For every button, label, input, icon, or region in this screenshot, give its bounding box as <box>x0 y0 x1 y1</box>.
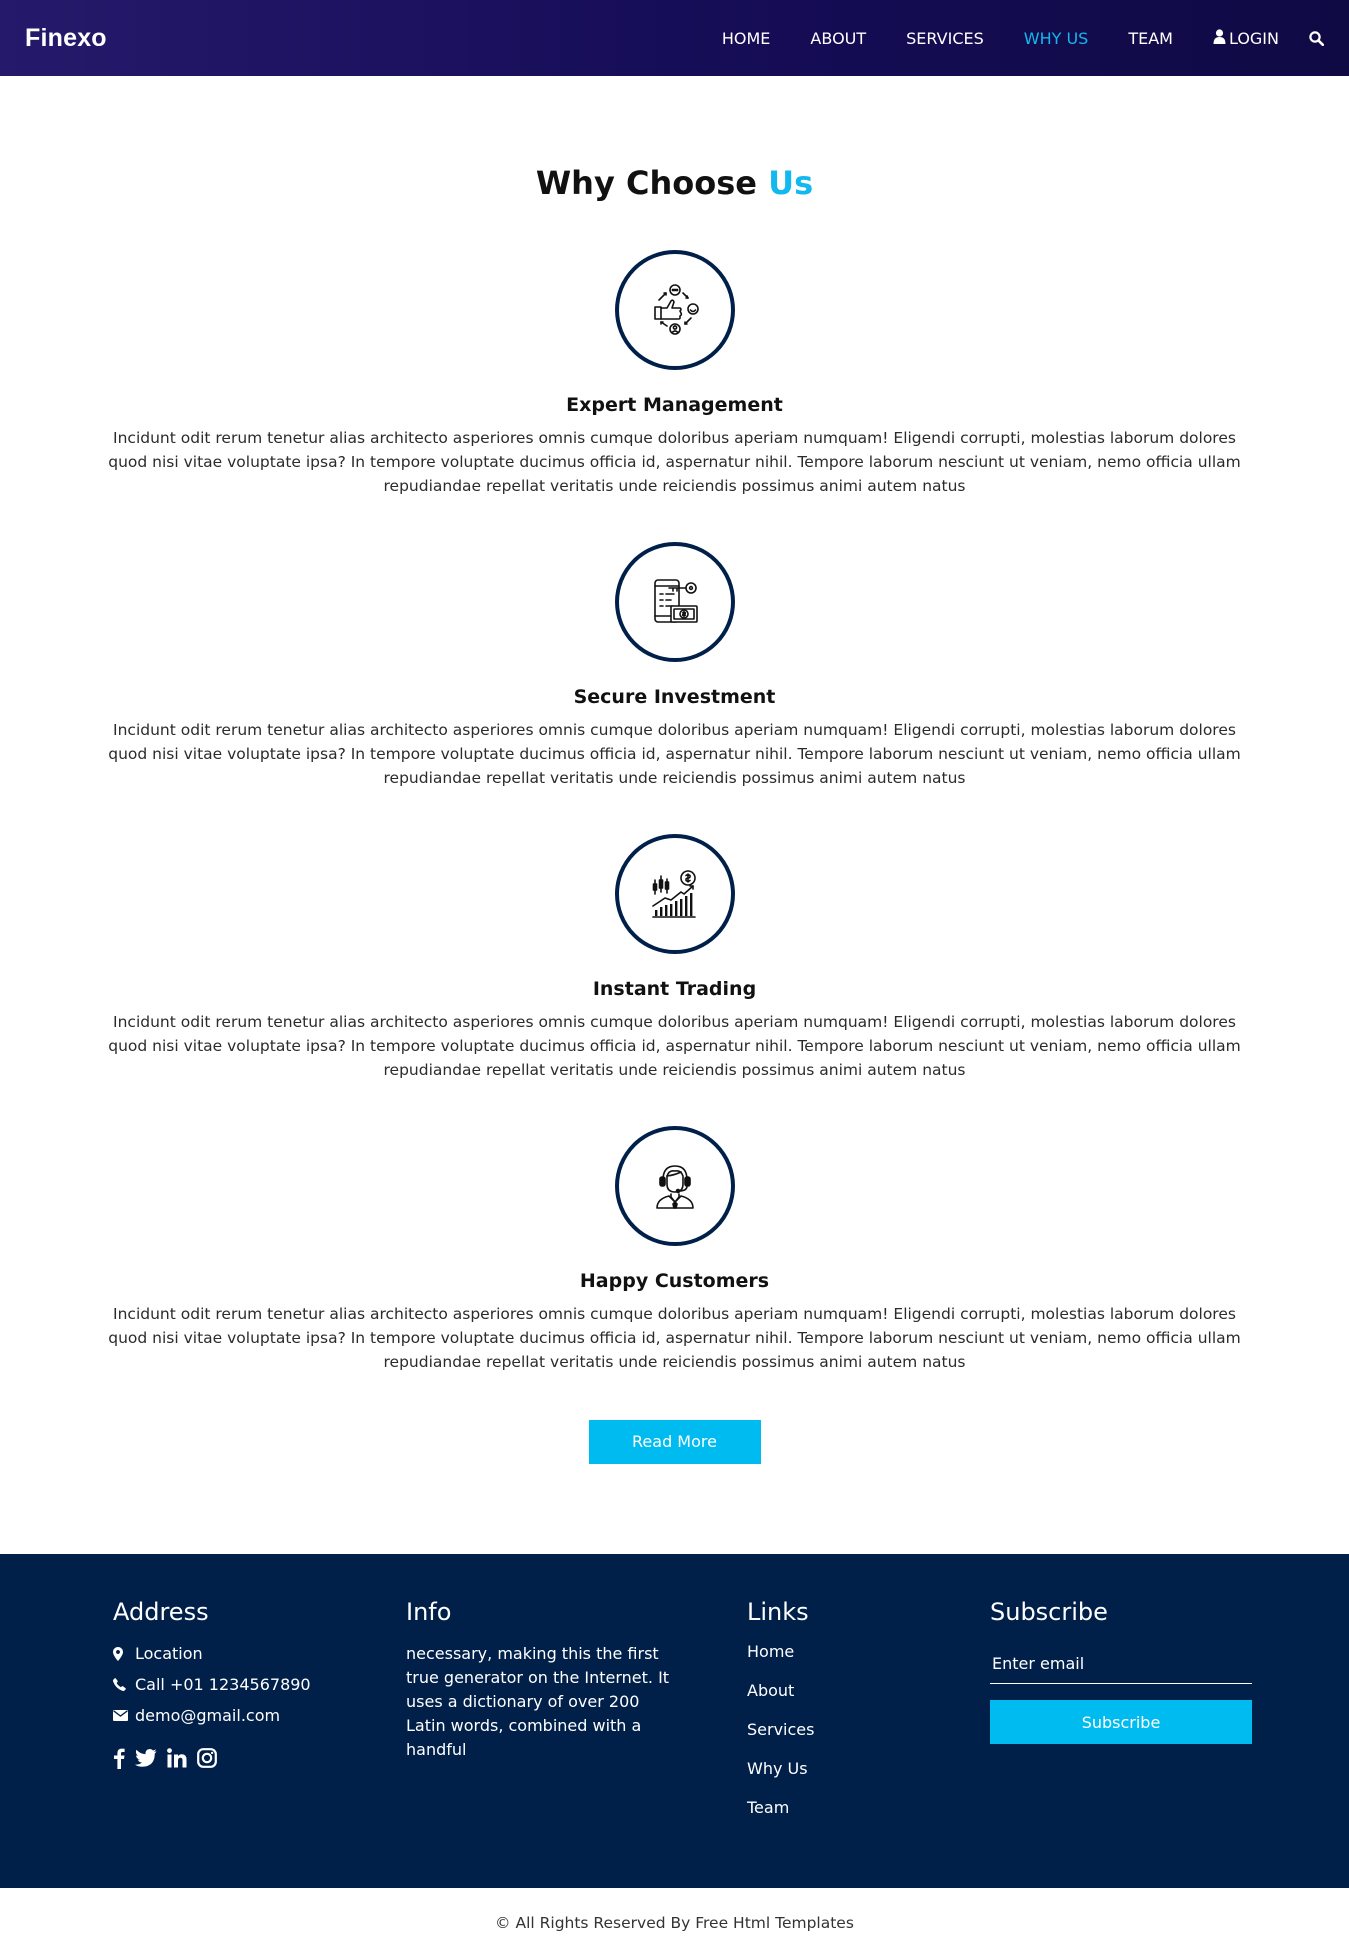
management-icon <box>653 284 699 335</box>
footer-address-column: Address Location Call +01 1234567890 dem… <box>113 1598 406 1888</box>
info-text: necessary, making this the first true ge… <box>406 1644 670 1759</box>
phone-icon <box>113 1678 135 1691</box>
feature-card: Secure Investment Incidunt odit rerum te… <box>0 542 1349 790</box>
email-link[interactable]: demo@gmail.com <box>113 1706 406 1725</box>
facebook-icon[interactable] <box>113 1747 125 1769</box>
nav-login-label: LOGIN <box>1228 28 1279 48</box>
footer-link-services[interactable]: Services <box>747 1718 990 1741</box>
email-input[interactable] <box>990 1644 1252 1684</box>
map-marker-icon <box>113 1646 135 1661</box>
subscribe-button[interactable]: Subscribe <box>990 1700 1252 1744</box>
footer-link-why-us[interactable]: Why Us <box>747 1757 990 1780</box>
main-nav: HOME ABOUT SERVICES WHY US TEAM LOGIN <box>682 29 1324 48</box>
copyright-bar: © All Rights Reserved By Free Html Templ… <box>0 1888 1349 1957</box>
footer-link-home[interactable]: Home <box>747 1640 990 1663</box>
nav-home[interactable]: HOME <box>722 29 771 48</box>
feature-icon-circle <box>614 542 735 662</box>
location-link[interactable]: Location <box>113 1644 406 1663</box>
top-navbar: Finexo HOME ABOUT SERVICES WHY US TEAM L… <box>0 0 1349 76</box>
linkedin-icon[interactable] <box>167 1748 187 1768</box>
section-heading: Why Choose Us <box>0 164 1349 202</box>
feature-title: Instant Trading <box>592 978 757 1000</box>
trading-chart-icon <box>651 870 696 918</box>
location-label: Location <box>135 1644 203 1663</box>
read-more-button[interactable]: Read More <box>588 1420 761 1464</box>
why-choose-us-section: Why Choose Us Expert Management Incidunt… <box>0 76 1349 1554</box>
feature-card: Instant Trading Incidunt odit rerum tene… <box>0 834 1349 1082</box>
feature-title: Happy Customers <box>579 1270 770 1292</box>
nav-services[interactable]: SERVICES <box>906 29 984 48</box>
links-heading: Links <box>747 1598 809 1626</box>
nav-about[interactable]: ABOUT <box>810 29 866 48</box>
phone-link[interactable]: Call +01 1234567890 <box>113 1675 406 1694</box>
footer-subscribe-column: Subscribe Subscribe <box>990 1598 1252 1888</box>
instagram-icon[interactable] <box>197 1748 217 1768</box>
nav-why-us[interactable]: WHY US <box>1024 29 1089 48</box>
secure-investment-icon <box>653 579 698 623</box>
feature-icon-circle <box>614 834 735 954</box>
feature-title: Expert Management <box>566 394 783 416</box>
feature-description: Incidunt odit rerum tenetur alias archit… <box>108 429 1241 495</box>
footer-link-team[interactable]: Team <box>747 1796 990 1819</box>
search-icon <box>1309 30 1324 46</box>
address-heading: Address <box>113 1598 209 1626</box>
nav-team[interactable]: TEAM <box>1128 29 1173 48</box>
footer: Address Location Call +01 1234567890 dem… <box>0 1554 1349 1888</box>
heading-accent: Us <box>768 164 814 202</box>
feature-description: Incidunt odit rerum tenetur alias archit… <box>108 1013 1241 1079</box>
phone-label: Call +01 1234567890 <box>135 1675 311 1694</box>
footer-links-list: Home About Services Why Us Team <box>747 1640 990 1819</box>
feature-card: Happy Customers Incidunt odit rerum tene… <box>0 1126 1349 1374</box>
feature-icon-circle <box>614 1126 735 1246</box>
brand-logo[interactable]: Finexo <box>25 24 107 53</box>
feature-title: Secure Investment <box>573 686 776 708</box>
feature-description: Incidunt odit rerum tenetur alias archit… <box>108 1305 1241 1371</box>
customer-support-icon <box>655 1165 694 1209</box>
search-button[interactable] <box>1309 30 1324 46</box>
social-links <box>113 1747 406 1769</box>
user-icon <box>1213 28 1226 48</box>
feature-description: Incidunt odit rerum tenetur alias archit… <box>108 721 1241 787</box>
nav-login[interactable]: LOGIN <box>1213 29 1279 48</box>
subscribe-heading: Subscribe <box>990 1598 1108 1626</box>
email-label: demo@gmail.com <box>135 1706 281 1725</box>
envelope-icon <box>113 1710 135 1721</box>
feature-icon-circle <box>614 250 735 370</box>
info-heading: Info <box>406 1598 452 1626</box>
feature-card: Expert Management Incidunt odit rerum te… <box>0 250 1349 498</box>
copyright-text: © All Rights Reserved By Free Html Templ… <box>495 1913 854 1932</box>
heading-main: Why Choose <box>535 164 757 202</box>
footer-info-column: Info necessary, making this the first tr… <box>406 1598 747 1888</box>
footer-link-about[interactable]: About <box>747 1679 990 1702</box>
twitter-icon[interactable] <box>135 1749 157 1767</box>
footer-links-column: Links Home About Services Why Us Team <box>747 1598 990 1888</box>
